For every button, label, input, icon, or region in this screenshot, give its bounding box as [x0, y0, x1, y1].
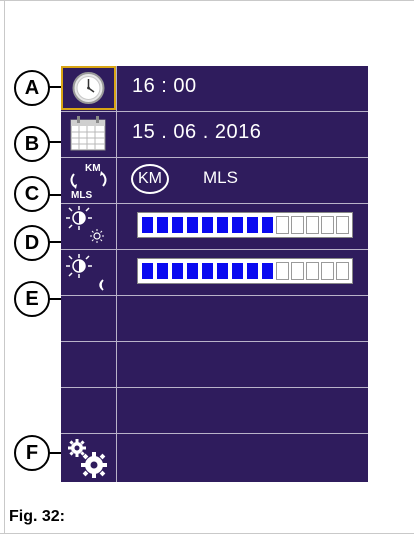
row-settings[interactable] [61, 434, 368, 482]
bar-segment [246, 216, 259, 234]
bar-segment [306, 262, 319, 280]
callout-line-e [49, 298, 61, 300]
bar-segment [321, 216, 334, 234]
km-mls-toggle-icon[interactable]: KM MLS [61, 158, 116, 203]
bar-segment [201, 216, 214, 234]
brightness-day-icon[interactable] [61, 204, 116, 249]
settings-content[interactable] [117, 434, 368, 482]
icon-km-text: KM [85, 163, 101, 174]
bar-segment [336, 262, 349, 280]
callout-line-b [49, 141, 61, 143]
mls-option[interactable]: MLS [203, 168, 238, 188]
bar-segment [261, 262, 274, 280]
bar-segment [291, 262, 304, 280]
callout-line-d [49, 241, 61, 243]
row-brightness-day[interactable] [61, 204, 368, 249]
bar-segment [231, 262, 244, 280]
bar-segment [276, 216, 289, 234]
bar-segment [321, 262, 334, 280]
callout-line-a [49, 86, 61, 88]
callout-e: E [14, 281, 50, 317]
bar-segment [171, 216, 184, 234]
figure-caption: Fig. 32: [9, 508, 66, 525]
bar-segment [186, 216, 199, 234]
frame-top-line [0, 0, 414, 1]
settings-gears-icon[interactable] [61, 434, 116, 482]
row-date[interactable]: 15 . 06 . 2016 [61, 112, 368, 157]
bar-segment [186, 262, 199, 280]
icon-mls-text: MLS [71, 190, 92, 201]
callout-d: D [14, 225, 50, 261]
bar-segment [336, 216, 349, 234]
clock-icon[interactable] [61, 66, 116, 111]
bar-segment [141, 216, 154, 234]
bar-segment [246, 262, 259, 280]
brightness-night-slider[interactable] [117, 250, 368, 295]
brightness-night-icon[interactable] [61, 250, 116, 295]
units-selector[interactable]: KM MLS [117, 158, 368, 203]
callout-line-f [49, 452, 61, 454]
row-empty-2 [61, 342, 368, 387]
bar-segment [216, 262, 229, 280]
settings-screen: 16 : 00 15 . 06 . 2016 KM MLS KM MLS [61, 66, 368, 482]
callout-b: B [14, 126, 50, 162]
bar-segment [216, 216, 229, 234]
frame-left-line [4, 0, 5, 534]
bar-segment [141, 262, 154, 280]
callout-c: C [14, 176, 50, 212]
row-empty-3 [61, 388, 368, 433]
callout-line-c [49, 194, 61, 196]
date-display[interactable]: 15 . 06 . 2016 [117, 112, 368, 157]
callout-f: F [14, 435, 50, 471]
bar-segment [276, 262, 289, 280]
bar-segment [231, 216, 244, 234]
row-brightness-night[interactable] [61, 250, 368, 295]
bar-segment [156, 262, 169, 280]
row-time[interactable]: 16 : 00 [61, 66, 368, 111]
brightness-night-bar[interactable] [137, 258, 353, 284]
date-value: 15 . 06 . 2016 [132, 121, 262, 143]
callout-a: A [14, 70, 50, 106]
bar-segment [306, 216, 319, 234]
bar-segment [201, 262, 214, 280]
bar-segment [291, 216, 304, 234]
km-option-selected[interactable]: KM [131, 164, 169, 194]
bar-segment [171, 262, 184, 280]
row-empty-1 [61, 296, 368, 341]
bar-segment [261, 216, 274, 234]
time-display[interactable]: 16 : 00 [117, 66, 368, 111]
row-units[interactable]: KM MLS KM MLS [61, 158, 368, 203]
calendar-icon[interactable] [61, 112, 116, 157]
brightness-day-slider[interactable] [117, 204, 368, 249]
bar-segment [156, 216, 169, 234]
brightness-day-bar[interactable] [137, 212, 353, 238]
time-value: 16 : 00 [132, 75, 197, 97]
